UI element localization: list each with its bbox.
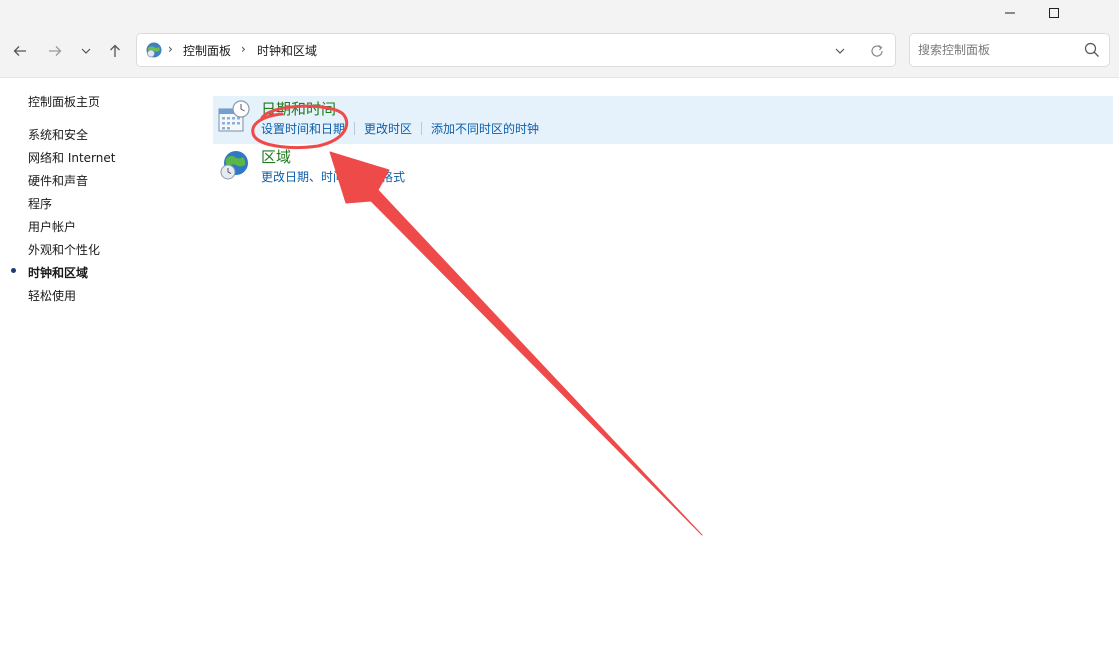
- calendar-clock-icon: [218, 100, 250, 132]
- breadcrumb-separator-icon: ›: [241, 42, 246, 56]
- sidebar: 控制面板主页 系统和安全 网络和 Internet 硬件和声音 程序 用户帐户 …: [0, 78, 200, 653]
- sidebar-item-hardware-sound[interactable]: 硬件和声音: [28, 172, 88, 189]
- arrow-up-icon: [110, 44, 120, 57]
- sidebar-item-programs[interactable]: 程序: [28, 195, 52, 212]
- breadcrumb-separator-icon: ›: [168, 42, 173, 56]
- sidebar-item-clock-region[interactable]: 时钟和区域: [28, 264, 88, 281]
- link-add-clocks[interactable]: 添加不同时区的时钟: [431, 122, 539, 136]
- category-links-date-time: 设置时间和日期 更改时区 添加不同时区的时钟: [261, 120, 539, 137]
- chevron-down-icon: [81, 48, 91, 54]
- control-panel-icon: [146, 42, 162, 58]
- category-title-region[interactable]: 区域: [261, 146, 291, 167]
- address-dropdown-icon[interactable]: [834, 45, 846, 57]
- sidebar-item-control-panel-home[interactable]: 控制面板主页: [28, 93, 100, 110]
- sidebar-item-system-security[interactable]: 系统和安全: [28, 126, 88, 143]
- link-set-time-date[interactable]: 设置时间和日期: [261, 122, 345, 136]
- category-date-time: 日期和时间 设置时间和日期 更改时区 添加不同时区的时钟: [213, 96, 1113, 144]
- sidebar-item-network-internet[interactable]: 网络和 Internet: [28, 149, 115, 166]
- recent-locations-button[interactable]: [72, 37, 100, 65]
- link-change-formats[interactable]: 更改日期、时间或数字格式: [261, 170, 405, 184]
- maximize-icon: [1049, 8, 1059, 18]
- link-divider: [354, 122, 356, 135]
- sidebar-item-ease-of-access[interactable]: 轻松使用: [28, 287, 76, 304]
- category-title-date-time[interactable]: 日期和时间: [261, 98, 336, 119]
- sidebar-item-appearance[interactable]: 外观和个性化: [28, 241, 100, 258]
- link-change-time-zone[interactable]: 更改时区: [364, 122, 412, 136]
- search-box[interactable]: [909, 33, 1110, 67]
- search-input[interactable]: [918, 41, 1078, 59]
- arrow-left-icon: [13, 46, 26, 56]
- up-button[interactable]: [101, 37, 129, 65]
- arrow-right-icon: [49, 46, 62, 56]
- title-bar: [0, 0, 1119, 26]
- link-divider: [421, 122, 423, 135]
- breadcrumb-clock-region[interactable]: 时钟和区域: [257, 42, 317, 59]
- search-icon[interactable]: [1084, 42, 1100, 58]
- category-links-region: 更改日期、时间或数字格式: [261, 168, 405, 185]
- maximize-button[interactable]: [1031, 0, 1077, 26]
- breadcrumb-control-panel[interactable]: 控制面板: [183, 42, 231, 59]
- refresh-icon[interactable]: [869, 43, 885, 59]
- category-region: 区域 更改日期、时间或数字格式: [213, 144, 1113, 192]
- address-bar[interactable]: › 控制面板 › 时钟和区域: [136, 33, 896, 67]
- minimize-icon: [1005, 12, 1015, 14]
- navigation-bar: › 控制面板 › 时钟和区域: [0, 26, 1119, 78]
- back-button[interactable]: [6, 37, 34, 65]
- annotation-arrow: [329, 151, 703, 536]
- sidebar-item-user-accounts[interactable]: 用户帐户: [28, 218, 76, 235]
- forward-button[interactable]: [41, 37, 69, 65]
- globe-clock-icon: [220, 151, 248, 180]
- minimize-button[interactable]: [987, 0, 1033, 26]
- active-indicator: [11, 268, 16, 273]
